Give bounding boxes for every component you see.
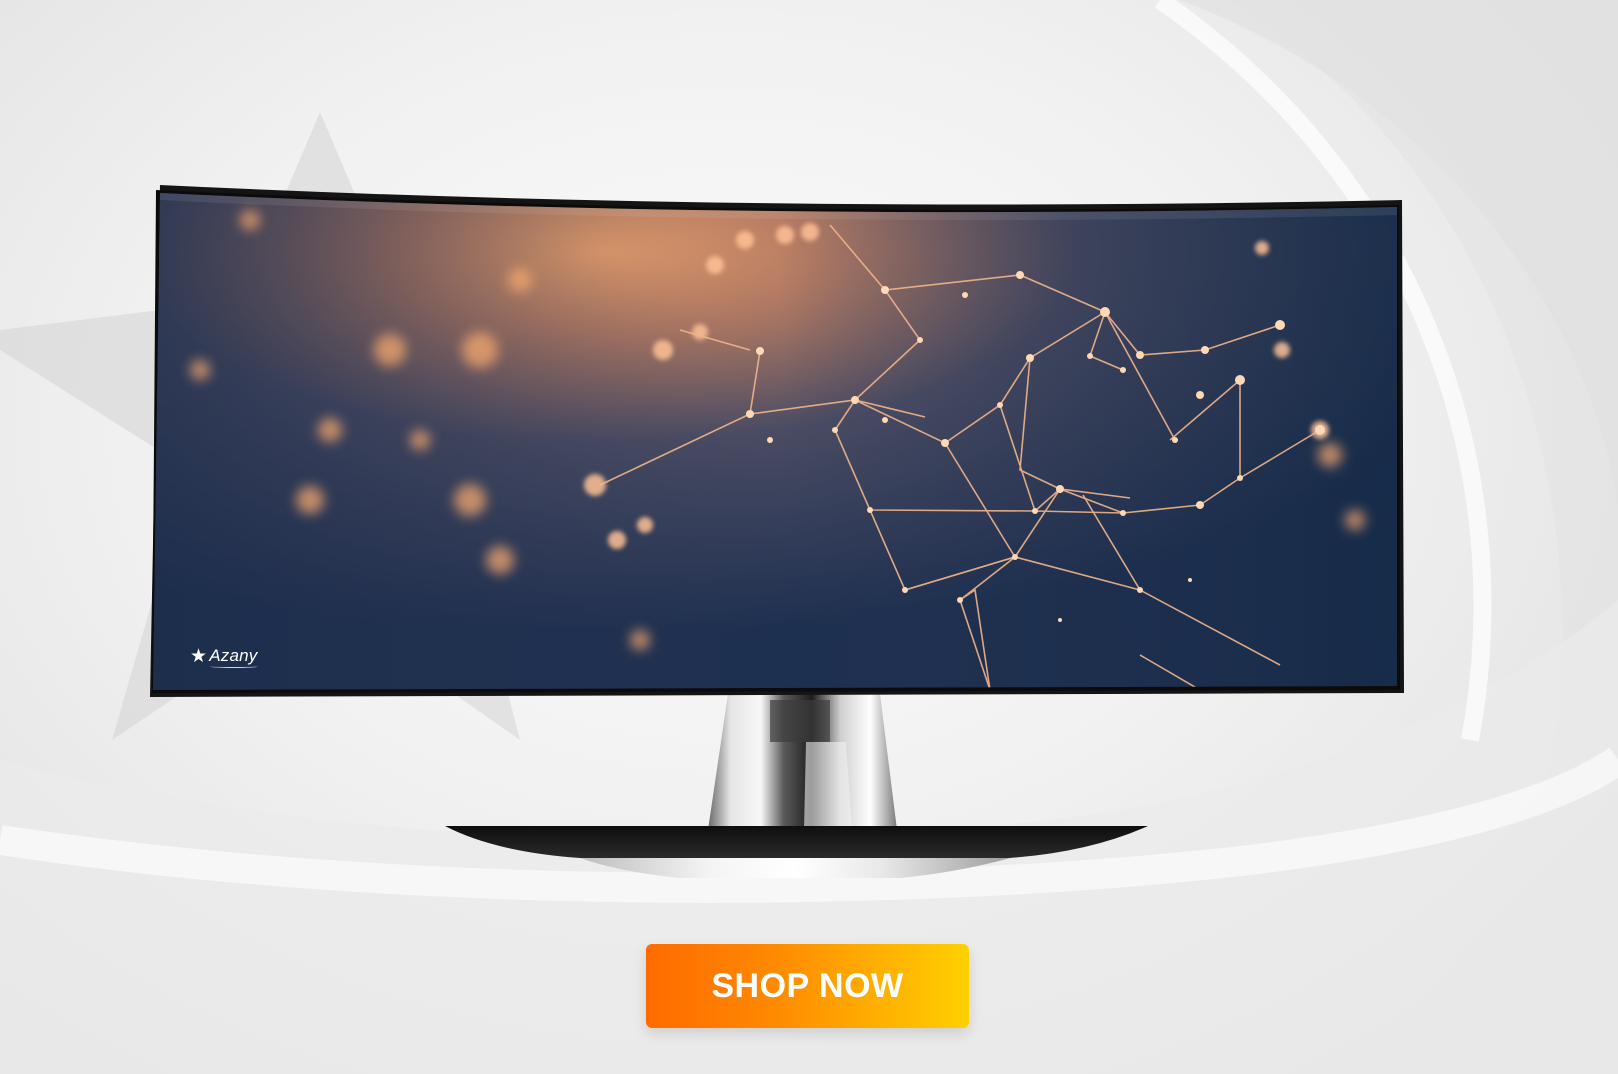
brand-underline-swoosh xyxy=(210,665,258,668)
shop-now-button[interactable]: SHOP NOW xyxy=(646,944,969,1028)
brand-name: Azany xyxy=(209,646,258,665)
star-icon: ★ xyxy=(190,645,208,667)
brand-logo: ★ Azany xyxy=(190,645,258,668)
monitor-illustration xyxy=(150,185,1404,878)
